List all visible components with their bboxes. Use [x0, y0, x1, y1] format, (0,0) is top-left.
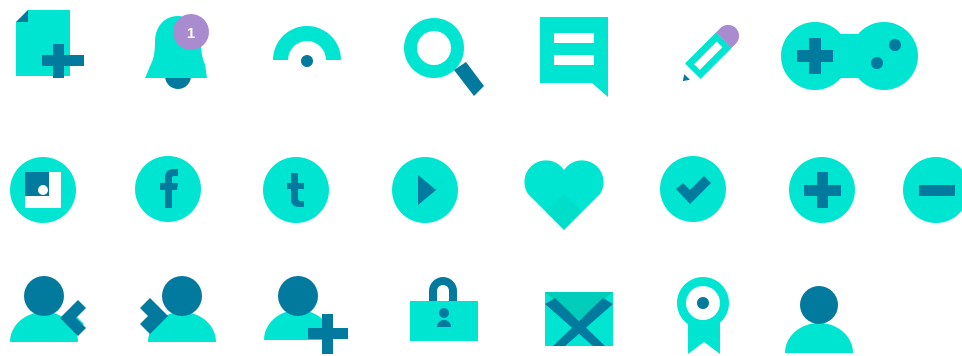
notification-badge-count: 1: [187, 25, 195, 42]
notification-bell-icon[interactable]: 1: [143, 12, 215, 92]
heart-icon[interactable]: [524, 160, 604, 232]
search-icon[interactable]: [404, 18, 488, 100]
instagram-icon[interactable]: [10, 157, 76, 223]
chat-message-icon[interactable]: [540, 17, 610, 99]
add-document-icon[interactable]: [14, 10, 84, 78]
lock-user-icon[interactable]: [410, 277, 480, 343]
minus-circle-icon[interactable]: [903, 157, 962, 223]
mail-icon[interactable]: [545, 290, 615, 350]
user-forward-icon[interactable]: [138, 274, 218, 344]
tumblr-icon[interactable]: [263, 157, 329, 223]
gauge-icon[interactable]: [273, 26, 341, 70]
checkmark-icon[interactable]: [660, 156, 726, 222]
user-back-icon[interactable]: [10, 274, 90, 344]
play-icon[interactable]: [392, 157, 458, 223]
user-icon[interactable]: [785, 285, 855, 355]
facebook-icon[interactable]: [135, 156, 201, 222]
edit-pencil-icon[interactable]: [676, 22, 742, 88]
plus-circle-icon[interactable]: [789, 157, 855, 223]
add-user-icon[interactable]: [264, 274, 350, 354]
award-ribbon-icon[interactable]: [676, 276, 732, 356]
gamepad-icon[interactable]: [781, 21, 921, 91]
